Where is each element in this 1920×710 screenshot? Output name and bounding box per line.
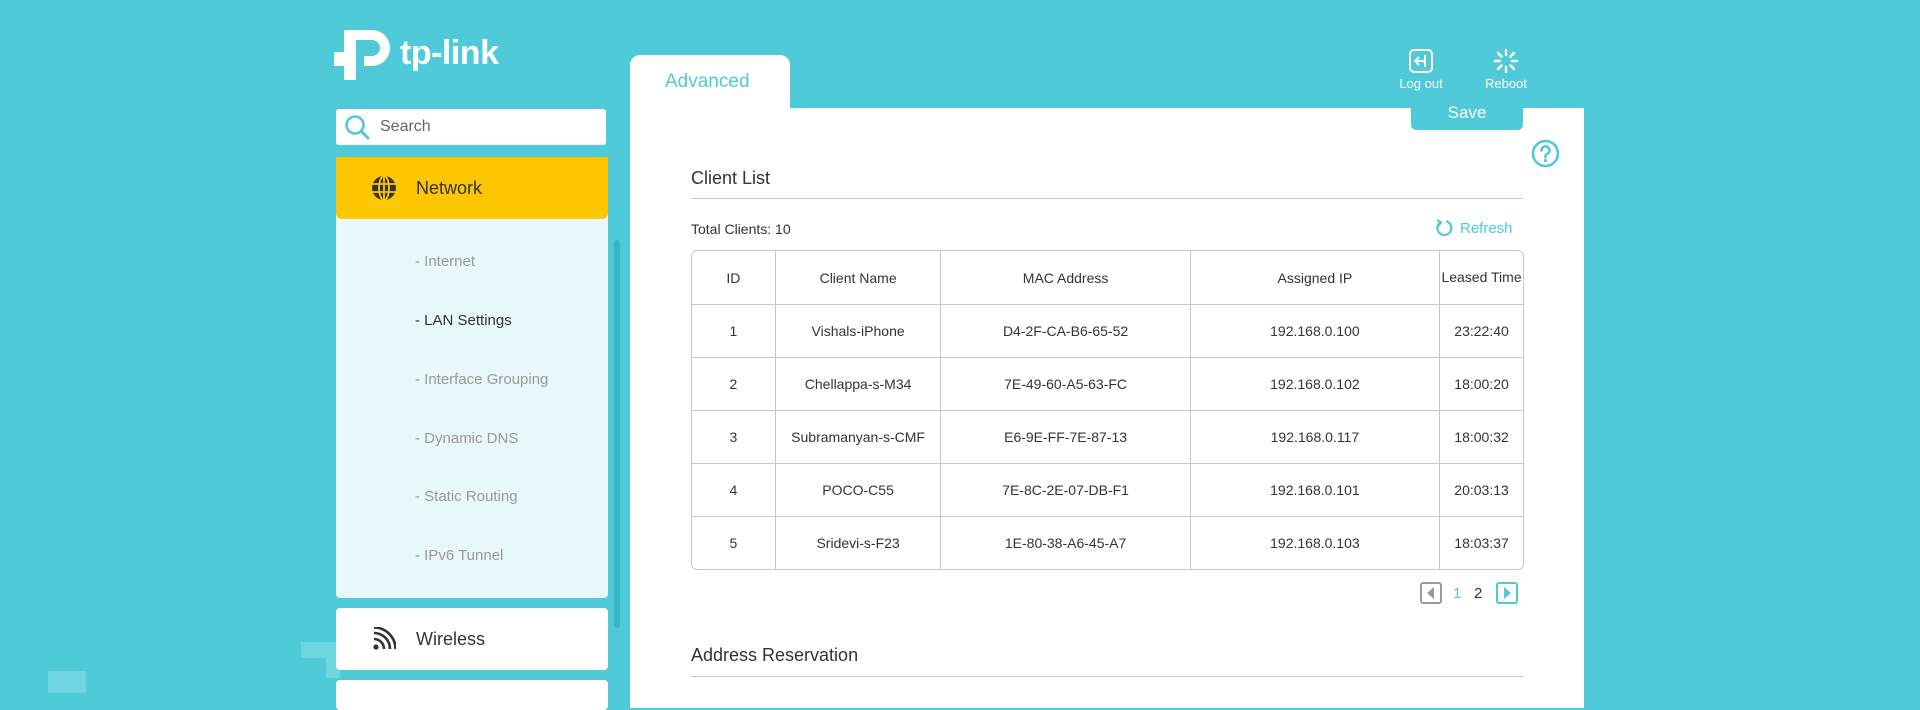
refresh-button[interactable]: Refresh xyxy=(1434,218,1513,238)
help-icon[interactable] xyxy=(1531,139,1560,168)
table-cell: 192.168.0.117 xyxy=(1190,411,1441,464)
table-cell: 4 xyxy=(692,464,776,517)
column-header-leased-time: Leased Time xyxy=(1440,251,1523,305)
column-header-mac-address: MAC Address xyxy=(941,251,1191,305)
sidebar-item-label: Wireless xyxy=(416,628,486,649)
table-row: 5 Sridevi-s-F23 1E-80-38-A6-45-A7 192.16… xyxy=(692,517,1523,569)
table-cell: 18:03:37 xyxy=(1454,535,1509,551)
table-cell: 192.168.0.100 xyxy=(1190,305,1441,358)
table-cell: 2 xyxy=(692,358,776,411)
previous-page-button[interactable] xyxy=(1420,582,1442,604)
sidebar-item-wireless[interactable]: Wireless xyxy=(336,608,608,670)
column-header-client-name: Client Name xyxy=(775,251,942,305)
sidebar-item-network[interactable]: Network xyxy=(336,157,608,219)
wifi-icon xyxy=(373,627,396,650)
table-row: 1 Vishals-iPhone D4-2F-CA-B6-65-52 192.1… xyxy=(692,305,1523,358)
refresh-icon xyxy=(1436,219,1453,237)
chevron-left-icon xyxy=(1427,587,1434,599)
sidebar-scrollbar[interactable] xyxy=(614,240,620,628)
table-cell: E6-9E-FF-7E-87-13 xyxy=(941,411,1191,464)
table-cell: Subramanyan-s-CMF xyxy=(775,411,942,464)
table-row: 2 Chellappa-s-M34 7E-49-60-A5-63-FC 192.… xyxy=(692,358,1523,411)
table-cell: 1 xyxy=(692,305,776,358)
logout-label: Log out xyxy=(1399,76,1443,91)
sidebar-subitem-interface-grouping[interactable]: - Interface Grouping xyxy=(415,371,548,388)
sidebar-subitem-ipv6-tunnel[interactable]: - IPv6 Tunnel xyxy=(415,547,503,564)
sidebar-subitem-internet[interactable]: - Internet xyxy=(415,253,475,270)
table-cell: 20:03:13 xyxy=(1440,464,1523,517)
table-row: 3 Subramanyan-s-CMF E6-9E-FF-7E-87-13 19… xyxy=(692,411,1523,464)
table-cell: 23:22:40 xyxy=(1440,305,1523,358)
background-decoration xyxy=(48,671,86,693)
chevron-right-icon xyxy=(1504,587,1511,599)
table-cell: 18:00:20 xyxy=(1440,358,1523,411)
divider xyxy=(691,198,1523,199)
save-button[interactable]: Save xyxy=(1411,100,1523,130)
client-list-title: Client List xyxy=(691,168,771,188)
table-cell: Vishals-iPhone xyxy=(775,305,942,358)
tab-advanced[interactable]: Advanced xyxy=(630,55,790,109)
client-table: ID Client Name MAC Address Assigned IP L… xyxy=(691,250,1524,570)
reboot-label: Reboot xyxy=(1485,76,1527,91)
reboot-button[interactable]: Reboot xyxy=(1474,48,1538,91)
next-page-button[interactable] xyxy=(1496,582,1518,604)
table-row: 4 POCO-C55 7E-8C-2E-07-DB-F1 192.168.0.1… xyxy=(692,464,1523,517)
total-clients: Total Clients: 10 xyxy=(691,221,791,237)
sidebar-subitem-dynamic-dns[interactable]: - Dynamic DNS xyxy=(415,430,518,447)
table-cell: 192.168.0.103 xyxy=(1191,517,1441,569)
reboot-icon xyxy=(1493,48,1519,74)
sidebar-network-group: Network - Internet - LAN Settings - Inte… xyxy=(336,157,608,598)
search-input[interactable] xyxy=(378,117,602,137)
table-cell: Chellappa-s-M34 xyxy=(775,358,942,411)
page-number-2[interactable]: 2 xyxy=(1474,585,1482,602)
sidebar-item-label: Network xyxy=(416,177,483,198)
refresh-label: Refresh xyxy=(1460,219,1513,237)
column-header-assigned-ip: Assigned IP xyxy=(1190,251,1441,305)
table-header-row: ID Client Name MAC Address Assigned IP L… xyxy=(692,251,1523,305)
table-cell: 3 xyxy=(692,411,776,464)
table-cell: POCO-C55 xyxy=(775,464,942,517)
table-cell: 1E-80-38-A6-45-A7 xyxy=(941,517,1191,569)
tp-link-logo: tp-link xyxy=(334,22,499,84)
table-cell: 192.168.0.101 xyxy=(1190,464,1441,517)
sidebar-item[interactable] xyxy=(336,680,608,710)
table-cell: Sridevi-s-F23 xyxy=(776,517,942,569)
logout-icon xyxy=(1409,49,1433,73)
table-cell: 7E-8C-2E-07-DB-F1 xyxy=(941,464,1191,517)
divider xyxy=(691,676,1523,677)
search-box[interactable] xyxy=(336,109,606,145)
globe-icon xyxy=(372,175,396,201)
sidebar-subitem-lan-settings[interactable]: - LAN Settings xyxy=(415,312,512,329)
table-cell: 18:00:32 xyxy=(1440,411,1523,464)
tab-label: Advanced xyxy=(665,71,750,92)
table-cell: D4-2F-CA-B6-65-52 xyxy=(941,305,1191,358)
table-cell: 192.168.0.102 xyxy=(1190,358,1441,411)
table-cell: 7E-49-60-A5-63-FC xyxy=(941,358,1191,411)
address-reservation-title: Address Reservation xyxy=(691,645,859,665)
table-cell: 5 xyxy=(692,517,776,569)
sidebar-subitem-static-routing[interactable]: - Static Routing xyxy=(415,488,518,505)
background-decoration xyxy=(301,642,341,658)
tp-link-logo-icon xyxy=(334,30,390,80)
column-header-id: ID xyxy=(692,251,776,305)
search-icon xyxy=(345,115,370,140)
logout-button[interactable]: Log out xyxy=(1389,48,1453,91)
logo-text: tp-link xyxy=(400,33,499,72)
page-number-1[interactable]: 1 xyxy=(1453,585,1461,602)
